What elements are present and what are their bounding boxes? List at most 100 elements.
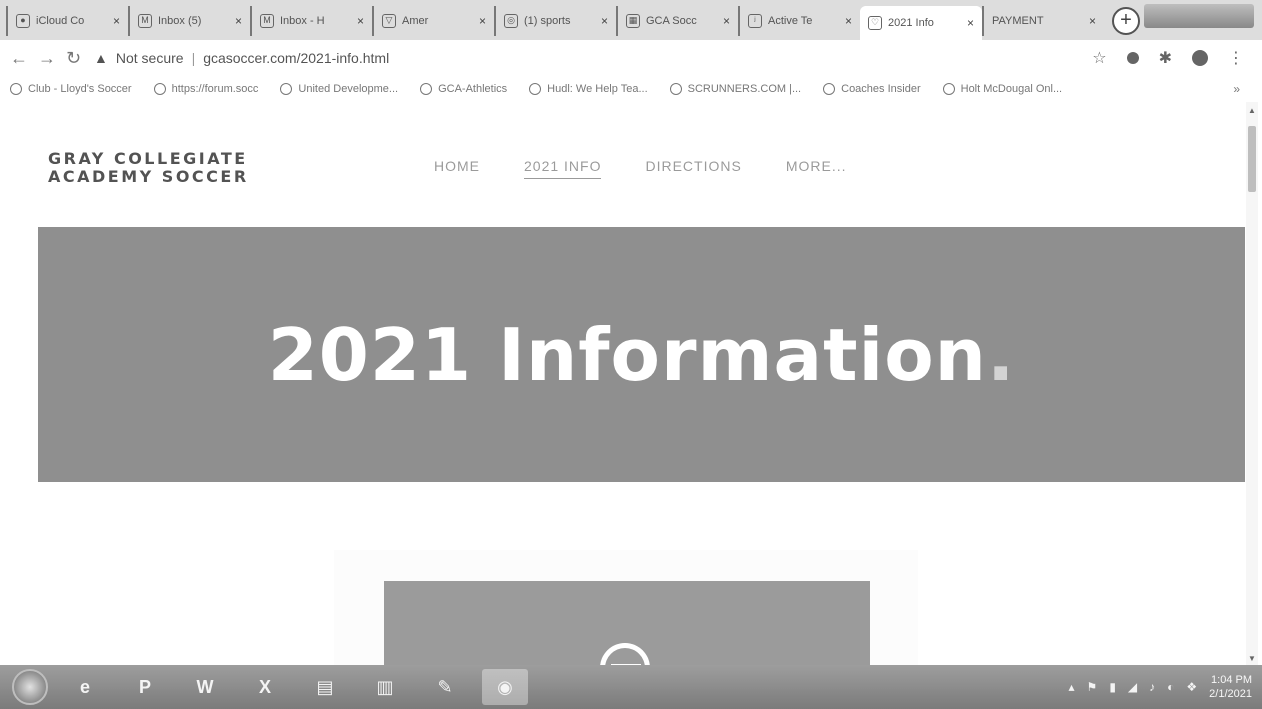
tab-active-team[interactable]: ʲ Active Te ×: [738, 6, 860, 36]
close-icon[interactable]: ×: [235, 14, 242, 28]
start-button[interactable]: [12, 669, 48, 705]
extension-icon[interactable]: [1126, 52, 1139, 64]
hero-banner: 2021 Information.: [38, 227, 1245, 482]
tab-icloud[interactable]: ● iCloud Co ×: [6, 6, 128, 36]
holt-icon: [942, 83, 955, 95]
reload-icon[interactable]: ↻: [66, 48, 81, 69]
bookmark-item[interactable]: Coaches Insider: [823, 83, 921, 95]
close-icon[interactable]: ×: [479, 14, 486, 28]
window-controls[interactable]: [1144, 4, 1254, 28]
table-icon: ▦: [626, 14, 640, 28]
scroll-up-icon[interactable]: ▲: [1248, 106, 1256, 115]
nav-more[interactable]: MORE...: [786, 158, 847, 179]
tab-sports[interactable]: ◎ (1) sports ×: [494, 6, 616, 36]
new-tab-button[interactable]: +: [1112, 7, 1140, 35]
clock-time: 1:04 PM: [1211, 674, 1252, 686]
kebab-menu-icon[interactable]: ⋮: [1228, 48, 1244, 68]
internet-explorer-icon[interactable]: e: [62, 669, 108, 705]
warning-triangle-icon[interactable]: ▲: [94, 50, 108, 66]
tab-payment[interactable]: PAYMENT ×: [982, 6, 1104, 36]
bookmark-item[interactable]: GCA-Athletics: [420, 83, 507, 95]
gmail-icon: M: [260, 14, 274, 28]
nav-home[interactable]: HOME: [434, 158, 480, 179]
clock[interactable]: 1:04 PM 2/1/2021: [1209, 673, 1252, 701]
volume-icon[interactable]: ♪: [1149, 680, 1155, 694]
bookmark-label: United Developme...: [298, 83, 399, 95]
tab-amer[interactable]: ▽ Amer ×: [372, 6, 494, 36]
tab-title: 2021 Info: [888, 17, 934, 29]
taskbar: e P W X ▤ ▥ ✎ ◉ ▴ ⚑ ▮ ◢ ♪ ◐ ❖ 1:04 PM 2/…: [0, 665, 1262, 709]
bookmark-item[interactable]: Club - Lloyd's Soccer: [10, 83, 132, 95]
coaches-icon: [823, 83, 836, 95]
dropbox-icon[interactable]: ❖: [1186, 680, 1197, 694]
bookmark-item[interactable]: https://forum.socc: [153, 83, 258, 95]
close-icon[interactable]: ×: [967, 16, 974, 30]
tab-inbox-h[interactable]: M Inbox - H ×: [250, 6, 372, 36]
site-logo[interactable]: GRAY COLLEGIATE ACADEMY SOCCER: [48, 150, 249, 186]
network-icon[interactable]: ◢: [1128, 680, 1137, 694]
tab-title: Active Te: [768, 15, 813, 27]
content-card: [384, 581, 870, 665]
gca-icon: [420, 83, 433, 95]
close-icon[interactable]: ×: [357, 14, 364, 28]
tab-title: Inbox - H: [280, 15, 325, 27]
bookmark-item[interactable]: Holt McDougal Onl...: [942, 83, 1062, 95]
bookmark-label: GCA-Athletics: [438, 83, 508, 95]
vertical-scrollbar[interactable]: ▲ ▼: [1246, 102, 1258, 665]
address-bar[interactable]: ▲ Not secure | gcasoccer.com/2021-info.h…: [94, 50, 1078, 66]
forward-arrow-icon[interactable]: →: [38, 48, 56, 69]
url-text[interactable]: gcasoccer.com/2021-info.html: [203, 50, 389, 66]
tab-title: (1) sports: [524, 15, 571, 27]
flag-icon[interactable]: ⚑: [1087, 680, 1098, 694]
chrome-icon[interactable]: ◉: [482, 669, 528, 705]
profile-avatar-icon[interactable]: [1192, 50, 1208, 66]
back-arrow-icon[interactable]: ←: [10, 48, 28, 69]
address-bar-row: ← → ↻ ▲ Not secure | gcasoccer.com/2021-…: [0, 40, 1262, 76]
hero-title: 2021 Information.: [268, 313, 1016, 397]
close-icon[interactable]: ×: [1089, 14, 1096, 28]
bookmarks-overflow-icon[interactable]: »: [1233, 82, 1240, 96]
nav-directions[interactable]: DIRECTIONS: [645, 158, 741, 179]
club-logo-icon: [600, 643, 650, 665]
globe-icon: [10, 83, 22, 95]
tab-title: Amer: [402, 15, 429, 27]
file-explorer-icon[interactable]: ▤: [302, 669, 348, 705]
bookmark-item[interactable]: United Developme...: [280, 83, 398, 95]
nav-2021-info[interactable]: 2021 INFO: [524, 158, 602, 179]
tab-title: iCloud Co: [36, 15, 85, 27]
star-icon[interactable]: ☆: [1092, 48, 1106, 68]
bookmark-item[interactable]: Hudl: We Help Tea...: [529, 83, 648, 95]
web-page: GRAY COLLEGIATE ACADEMY SOCCER HOME 2021…: [0, 102, 1246, 665]
word-icon[interactable]: W: [182, 669, 228, 705]
scrollbar-thumb[interactable]: [1248, 126, 1256, 192]
bookmark-label: Club - Lloyd's Soccer: [28, 83, 132, 95]
puzzle-icon[interactable]: ✱: [1159, 48, 1172, 68]
notepad-icon[interactable]: ▥: [362, 669, 408, 705]
tab-title: PAYMENT: [992, 15, 1044, 27]
close-icon[interactable]: ×: [601, 14, 608, 28]
tray-expand-icon[interactable]: ▴: [1069, 680, 1075, 694]
battery-icon[interactable]: ▮: [1109, 680, 1116, 694]
sync-icon[interactable]: ◐: [1167, 680, 1174, 694]
gmail-icon: M: [138, 14, 152, 28]
site-nav: HOME 2021 INFO DIRECTIONS MORE...: [434, 158, 847, 179]
messenger-icon: ◎: [504, 14, 518, 28]
apple-icon: ●: [16, 14, 30, 28]
bookmark-item[interactable]: SCRUNNERS.COM |...: [669, 83, 801, 95]
system-tray: ▴ ⚑ ▮ ◢ ♪ ◐ ❖ 1:04 PM 2/1/2021: [1069, 665, 1252, 709]
tab-gca-socc[interactable]: ▦ GCA Socc ×: [616, 6, 738, 36]
powerpoint-icon[interactable]: P: [122, 669, 168, 705]
logo-line-2: ACADEMY SOCCER: [48, 167, 249, 186]
excel-icon[interactable]: X: [242, 669, 288, 705]
tab-2021-info[interactable]: ♡ 2021 Info ×: [860, 6, 982, 40]
security-status[interactable]: Not secure: [116, 50, 184, 66]
close-icon[interactable]: ×: [113, 14, 120, 28]
paint-icon[interactable]: ✎: [422, 669, 468, 705]
bookmark-label: Coaches Insider: [841, 83, 921, 95]
close-icon[interactable]: ×: [845, 14, 852, 28]
tab-inbox-5[interactable]: M Inbox (5) ×: [128, 6, 250, 36]
clock-date: 2/1/2021: [1209, 688, 1252, 700]
close-icon[interactable]: ×: [723, 14, 730, 28]
scroll-down-icon[interactable]: ▼: [1248, 654, 1256, 663]
site-icon: ♡: [868, 16, 882, 30]
